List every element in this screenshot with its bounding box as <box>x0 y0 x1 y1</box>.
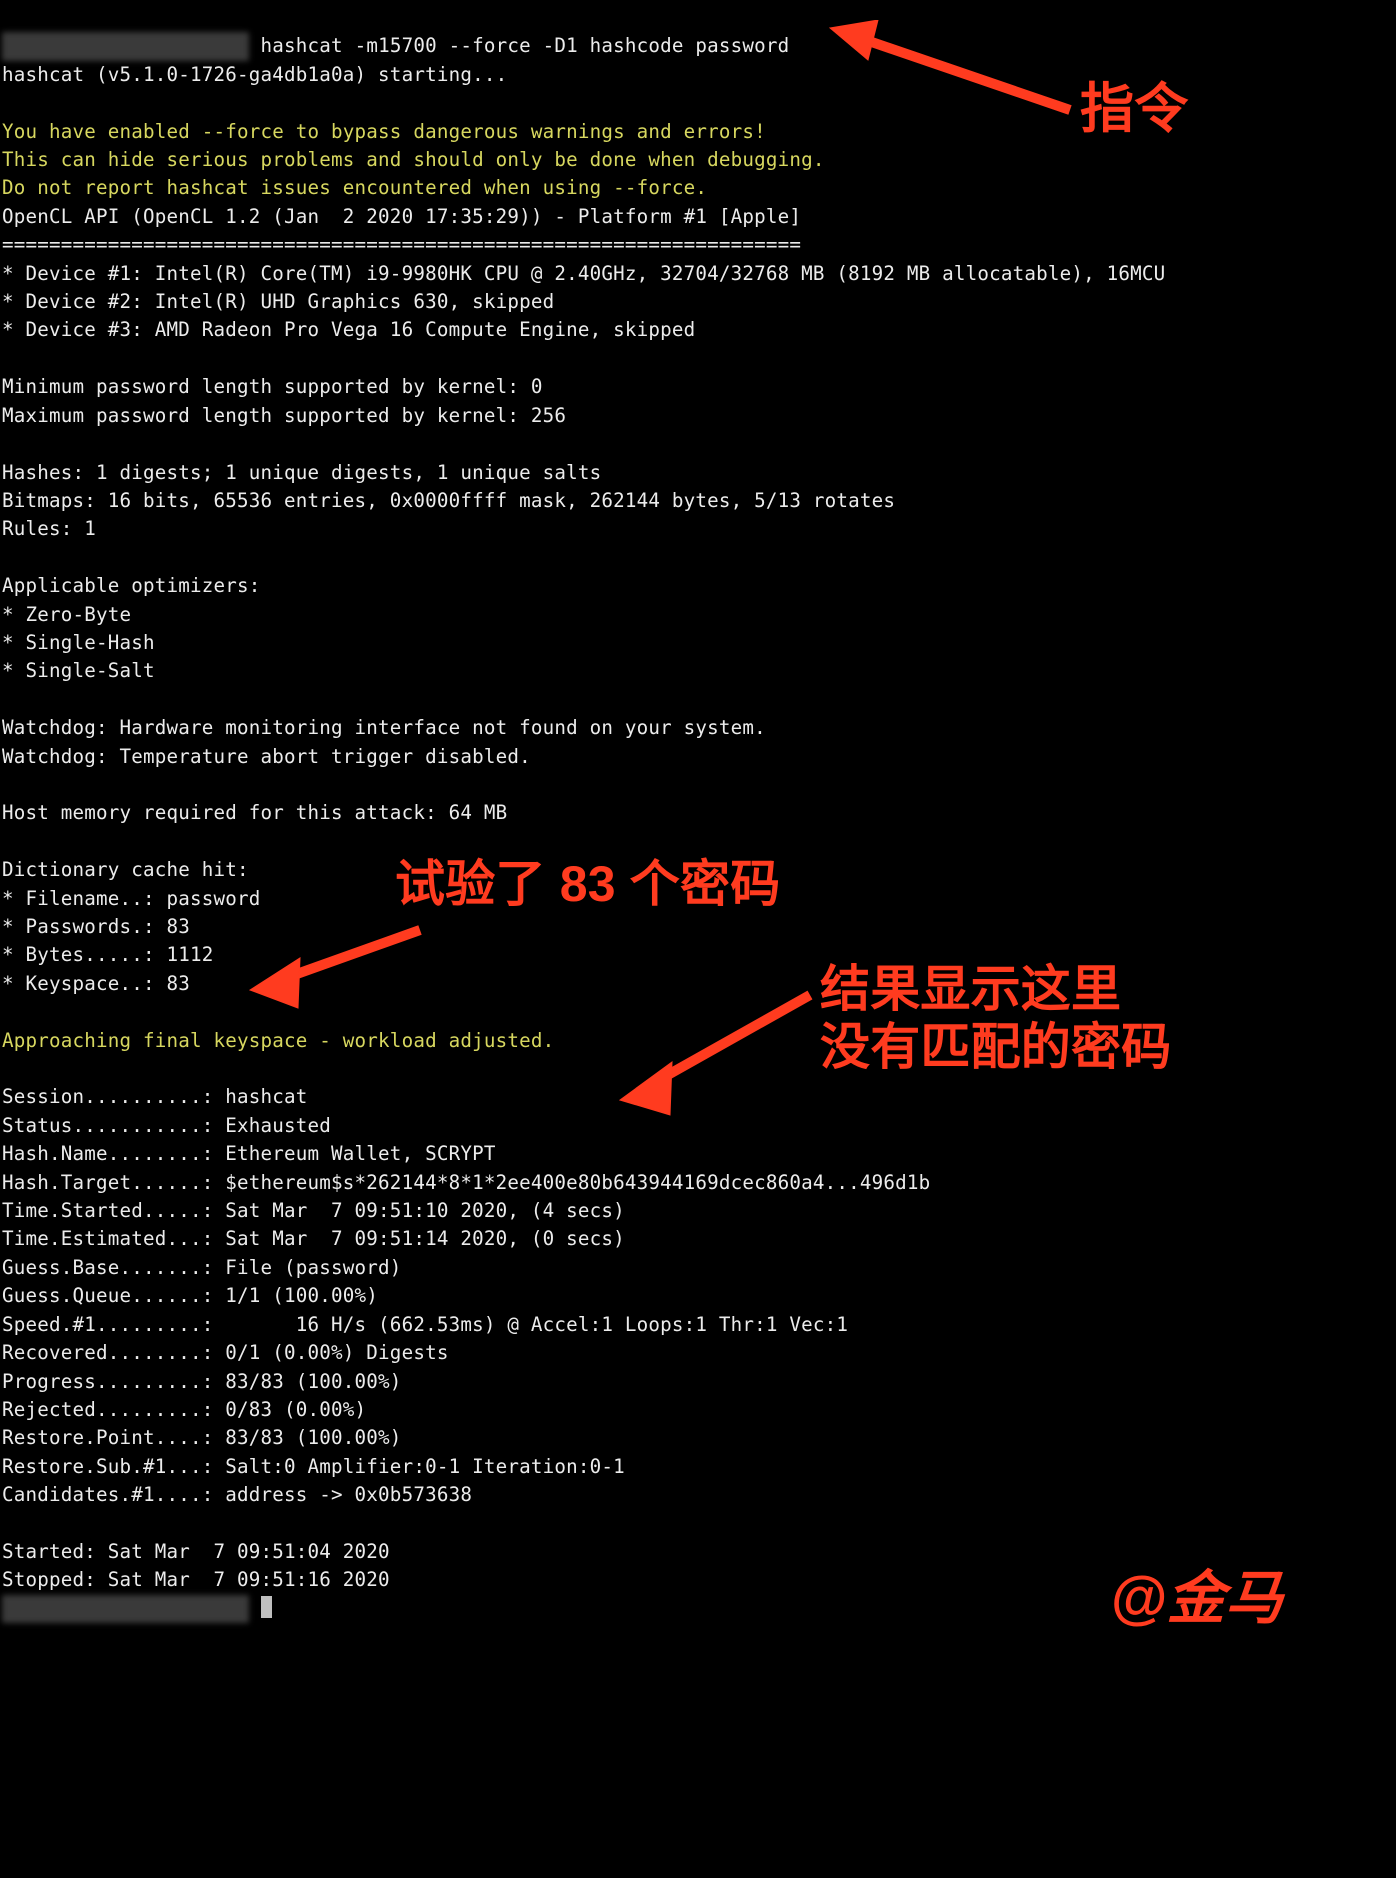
terminal-output: ■ ■ ■■ ■ ■■■■ hashcat -m15700 --force -D… <box>0 0 1396 1623</box>
hashname-line: Hash.Name........: Ethereum Wallet, SCRY… <box>2 1142 496 1165</box>
approaching-line: Approaching final keyspace - workload ad… <box>2 1029 554 1052</box>
restorepoint-line: Restore.Point....: 83/83 (100.00%) <box>2 1426 402 1449</box>
guessqueue-line: Guess.Queue......: 1/1 (100.00%) <box>2 1284 378 1307</box>
warn-line: You have enabled --force to bypass dange… <box>2 120 766 143</box>
hashes-line: Hashes: 1 digests; 1 unique digests, 1 u… <box>2 461 601 484</box>
maxlen-line: Maximum password length supported by ker… <box>2 404 566 427</box>
progress-line: Progress.........: 83/83 (100.00%) <box>2 1370 402 1393</box>
recovered-line: Recovered........: 0/1 (0.00%) Digests <box>2 1341 449 1364</box>
rules-line: Rules: 1 <box>2 517 96 540</box>
restoresub-line: Restore.Sub.#1...: Salt:0 Amplifier:0-1 … <box>2 1455 625 1478</box>
dict-keyspace-line: * Keyspace..: 83 <box>2 972 190 995</box>
appopt-line: Applicable optimizers: <box>2 574 261 597</box>
redacted-prompt: ■ ■ ■■ ■ ■■■■ <box>2 32 249 60</box>
dict-file-line: * Filename..: password <box>2 887 261 910</box>
cursor-block <box>261 1596 272 1618</box>
device-line: * Device #2: Intel(R) UHD Graphics 630, … <box>2 290 554 313</box>
starting-line: hashcat (v5.1.0-1726-ga4db1a0a) starting… <box>2 63 507 86</box>
speed-line: Speed.#1.........: 16 H/s (662.53ms) @ A… <box>2 1313 848 1336</box>
guessbase-line: Guess.Base.......: File (password) <box>2 1256 402 1279</box>
dict-bytes-line: * Bytes.....: 1112 <box>2 943 214 966</box>
device-line: * Device #1: Intel(R) Core(TM) i9-9980HK… <box>2 262 1165 285</box>
timestarted-line: Time.Started.....: Sat Mar 7 09:51:10 20… <box>2 1199 625 1222</box>
rejected-line: Rejected.........: 0/83 (0.00%) <box>2 1398 366 1421</box>
bitmaps-line: Bitmaps: 16 bits, 65536 entries, 0x0000f… <box>2 489 895 512</box>
redacted-prompt: ■ ■ ■■ ■ ■■■■ <box>2 1595 249 1623</box>
separator-line: ========================================… <box>2 233 801 256</box>
opt-line: * Single-Salt <box>2 659 155 682</box>
warn-line: Do not report hashcat issues encountered… <box>2 176 707 199</box>
timeestimated-line: Time.Estimated...: Sat Mar 7 09:51:14 20… <box>2 1227 625 1250</box>
warn-line: This can hide serious problems and shoul… <box>2 148 825 171</box>
opt-line: * Zero-Byte <box>2 603 131 626</box>
minlen-line: Minimum password length supported by ker… <box>2 375 543 398</box>
watchdog-line: Watchdog: Hardware monitoring interface … <box>2 716 766 739</box>
opencl-line: OpenCL API (OpenCL 1.2 (Jan 2 2020 17:35… <box>2 205 801 228</box>
started-line: Started: Sat Mar 7 09:51:04 2020 <box>2 1540 390 1563</box>
watchdog-line: Watchdog: Temperature abort trigger disa… <box>2 745 531 768</box>
device-line: * Device #3: AMD Radeon Pro Vega 16 Comp… <box>2 318 695 341</box>
candidates-line: Candidates.#1....: address -> 0x0b573638 <box>2 1483 472 1506</box>
hostmem-line: Host memory required for this attack: 64… <box>2 801 507 824</box>
opt-line: * Single-Hash <box>2 631 155 654</box>
dict-passwords-line: * Passwords.: 83 <box>2 915 190 938</box>
dict-line: Dictionary cache hit: <box>2 858 249 881</box>
session-line: Session..........: hashcat <box>2 1085 308 1108</box>
command-line: hashcat -m15700 --force -D1 hashcode pas… <box>249 34 790 57</box>
hashtarget-line: Hash.Target......: $ethereum$s*262144*8*… <box>2 1171 930 1194</box>
status-line: Status...........: Exhausted <box>2 1114 331 1137</box>
stopped-line: Stopped: Sat Mar 7 09:51:16 2020 <box>2 1568 390 1591</box>
